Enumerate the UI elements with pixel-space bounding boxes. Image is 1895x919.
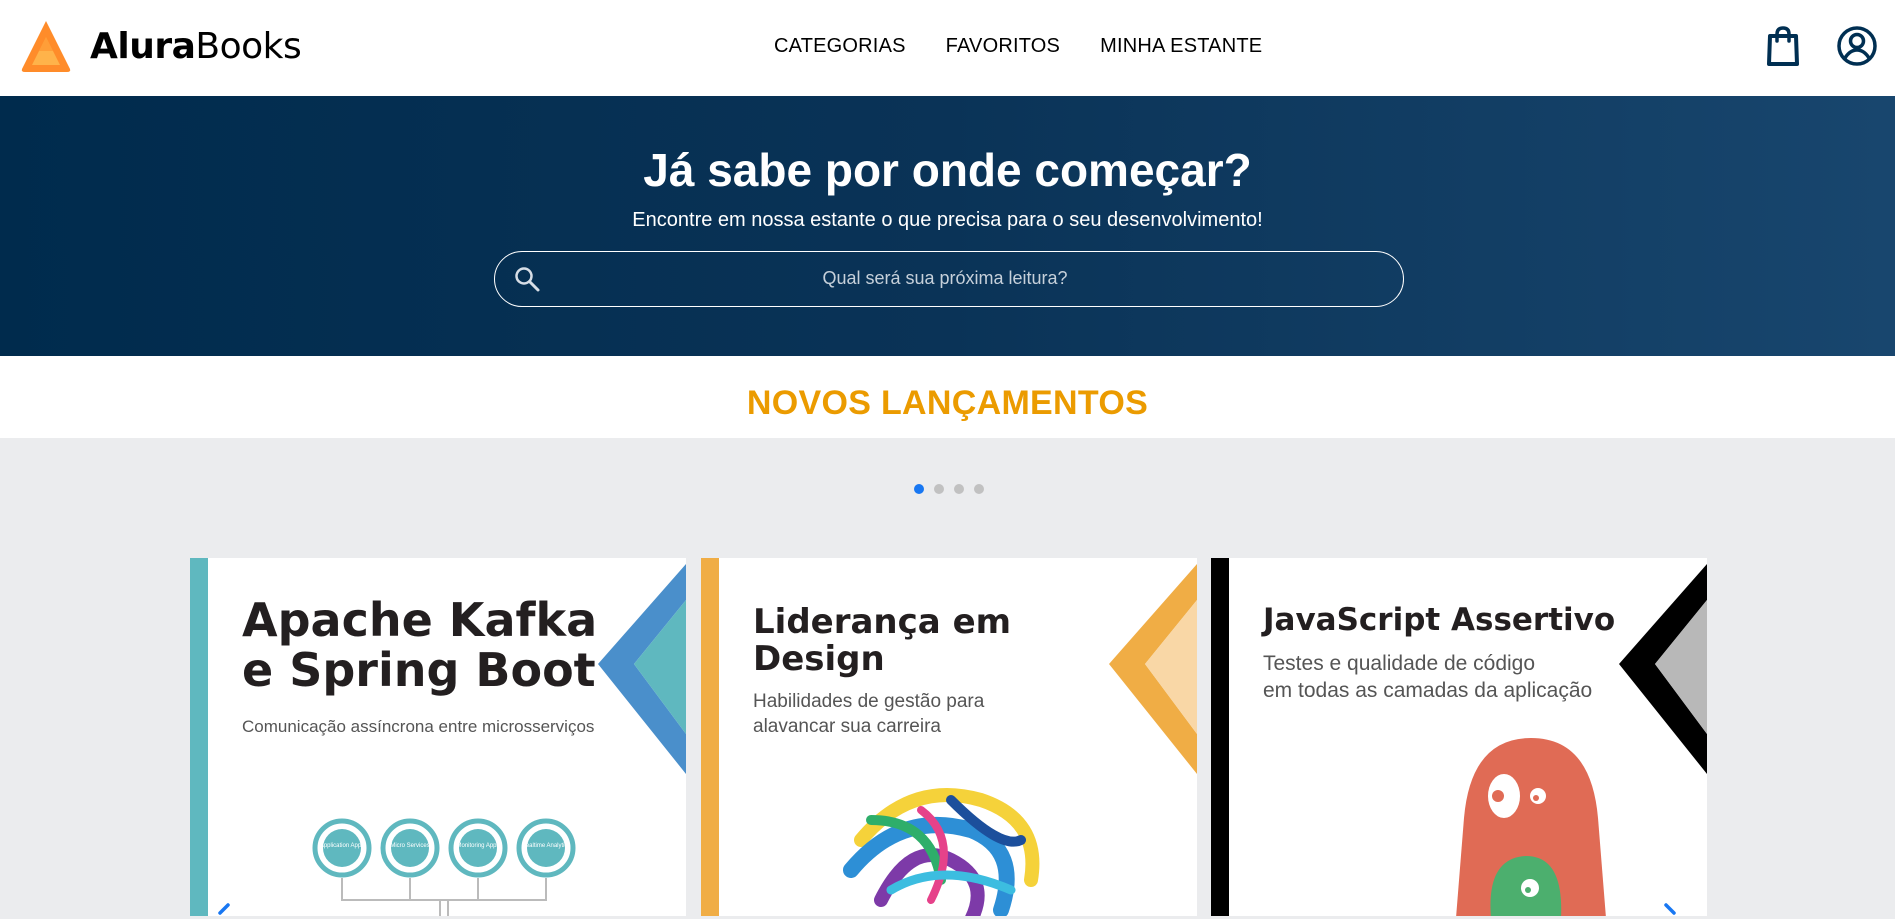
cover-chevron-decoration xyxy=(1109,564,1197,774)
book-card-javascript-assertivo[interactable]: JavaScript Assertivo Testes e qualidade … xyxy=(1211,558,1707,916)
book-subtitle: Habilidades de gestão para alavancar sua … xyxy=(753,691,985,737)
book-title: Liderança em Design xyxy=(753,602,1012,679)
logo-triangle-icon xyxy=(21,21,71,72)
top-header: AluraBooks CATEGORIAS FAVORITOS MINHA ES… xyxy=(0,0,1895,96)
alurabooks-logo[interactable]: AluraBooks xyxy=(20,18,302,74)
logo-text: AluraBooks xyxy=(90,25,302,67)
diagram-label-4: Realtime Analytics xyxy=(521,843,570,849)
hero-title: Já sabe por onde começar? xyxy=(643,144,1252,196)
new-releases-header: NOVOS LANÇAMENTOS xyxy=(0,356,1895,438)
carousel-prev-arrow-icon[interactable] xyxy=(214,903,234,919)
nav-favoritos[interactable]: FAVORITOS xyxy=(946,35,1060,58)
user-account-icon[interactable] xyxy=(1836,24,1878,68)
carousel-pagination xyxy=(914,484,984,494)
search-box xyxy=(494,251,1404,307)
diagram-label-2: Micro Services xyxy=(390,843,429,849)
book-subtitle: Testes e qualidade de código em todas as … xyxy=(1263,652,1593,703)
brush-strokes-illustration xyxy=(843,788,1040,916)
carousel-dot-2[interactable] xyxy=(934,484,944,494)
book-card-apache-kafka[interactable]: Apache Kafka e Spring Boot Comunicação as… xyxy=(190,558,686,916)
hero-banner: Já sabe por onde começar? Encontre em no… xyxy=(0,96,1895,356)
diagram-label-3: Monitoring Apps xyxy=(456,843,499,849)
book-card-lideranca-em-design[interactable]: Liderança em Design Habilidades de gestão… xyxy=(701,558,1197,916)
hero-subtitle: Encontre em nossa estante o que precisa … xyxy=(632,209,1263,231)
diagram-label-1: Application Apps xyxy=(320,843,364,849)
main-nav: CATEGORIAS FAVORITOS MINHA ESTANTE xyxy=(774,0,1262,92)
search-input[interactable] xyxy=(555,252,1335,305)
section-title: NOVOS LANÇAMENTOS xyxy=(746,384,1149,422)
shopping-bag-icon[interactable] xyxy=(1762,24,1804,68)
cover-stripe xyxy=(701,558,719,916)
carousel-next-arrow-icon[interactable] xyxy=(1660,903,1680,919)
nav-minha-estante[interactable]: MINHA ESTANTE xyxy=(1100,35,1262,58)
book-title: JavaScript Assertivo xyxy=(1263,602,1616,638)
microservices-diagram-illustration: Application Apps Micro Services Monitori… xyxy=(312,818,576,916)
carousel-dot-4[interactable] xyxy=(974,484,984,494)
book-subtitle: Comunicação assíncrona entre microsservi… xyxy=(242,717,595,736)
book-title: Apache Kafka e Spring Boot xyxy=(242,593,598,697)
cover-chevron-decoration xyxy=(1619,564,1707,774)
nav-categorias[interactable]: CATEGORIAS xyxy=(774,35,906,58)
carousel-dot-3[interactable] xyxy=(954,484,964,494)
cover-stripe xyxy=(190,558,208,916)
character-illustration xyxy=(1456,738,1606,916)
carousel-dot-1[interactable] xyxy=(914,484,924,494)
cover-stripe xyxy=(1211,558,1229,916)
search-icon[interactable] xyxy=(513,265,541,293)
